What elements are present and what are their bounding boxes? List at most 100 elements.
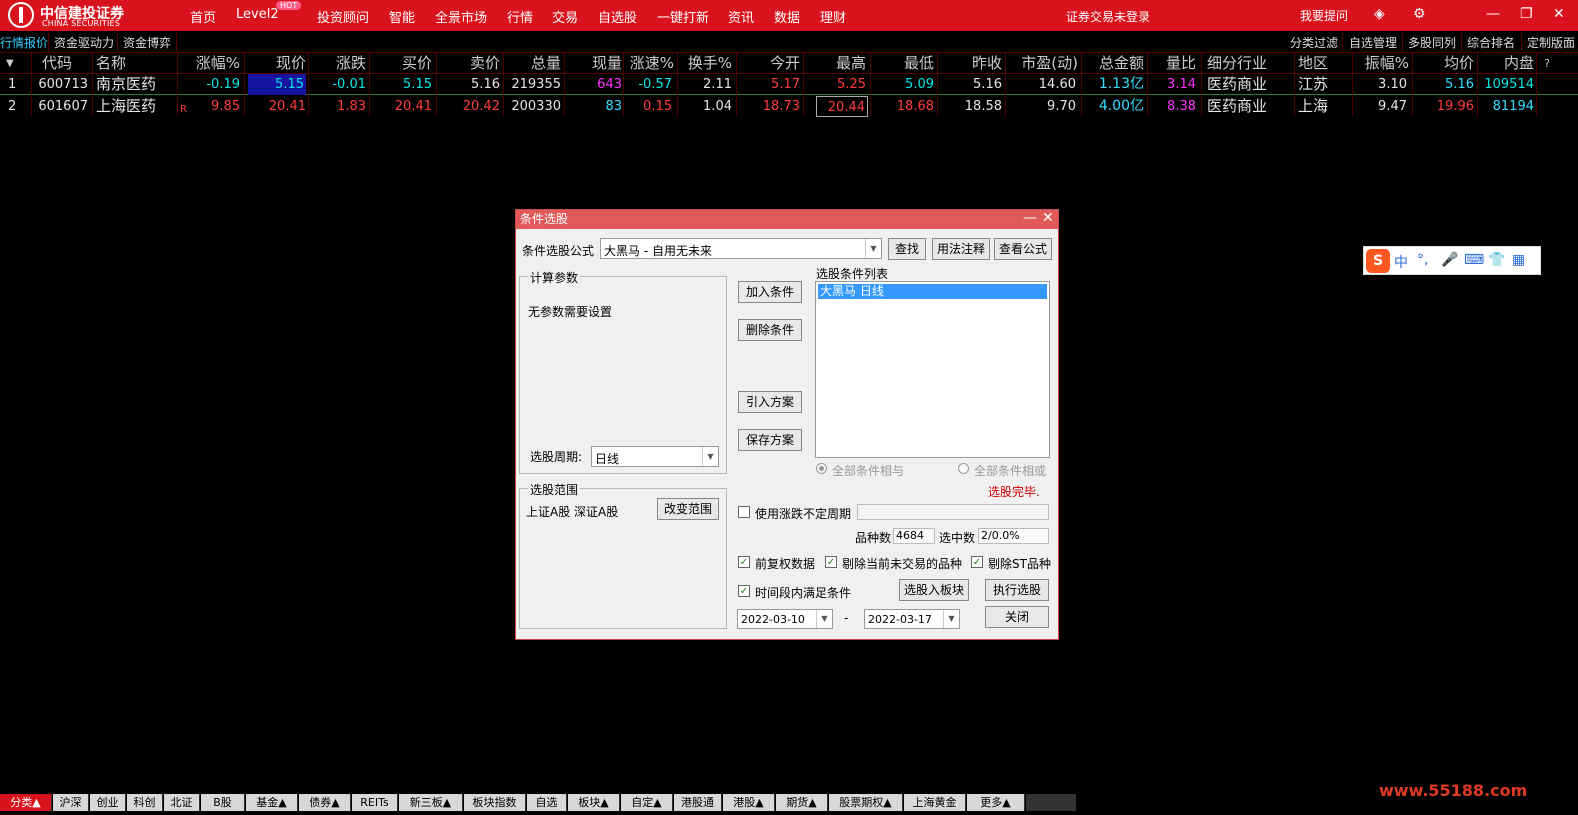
nav-level2[interactable]: Level2 (236, 7, 279, 22)
ask-question-link[interactable]: 我要提问 (1300, 7, 1348, 24)
formula-select[interactable]: 大黑马 - 自用无未来 ▼ (600, 238, 882, 259)
settings-icon[interactable]: ⚙ (1413, 6, 1426, 22)
shirt-icon[interactable]: 👕 (1488, 252, 1505, 268)
col-speed[interactable]: 涨速% (624, 53, 674, 74)
table-row[interactable]: 1 600713 南京医药 -0.19 5.15 -0.01 5.15 5.16… (0, 74, 1578, 95)
tab-star[interactable]: 科创 (127, 794, 163, 811)
tab-category-filter[interactable]: 分类过滤 (1290, 34, 1338, 51)
tab-watchlist-manage[interactable]: 自选管理 (1349, 34, 1397, 51)
cube-icon[interactable]: ◈ (1374, 6, 1385, 22)
nav-smart[interactable]: 智能 (389, 7, 415, 26)
all-or-radio[interactable] (958, 463, 969, 474)
execute-button[interactable]: 执行选股 (985, 579, 1049, 601)
nav-quotes[interactable]: 行情 (507, 7, 533, 26)
tab-sector[interactable]: 板块▲ (568, 794, 620, 811)
tab-multi-stock[interactable]: 多股同列 (1408, 34, 1456, 51)
col-low[interactable]: 最低 (874, 53, 934, 74)
chevron-down-icon[interactable]: ▼ (816, 610, 832, 628)
condition-list[interactable]: 大黑马 日线 (815, 281, 1050, 458)
change-range-button[interactable]: 改变范围 (657, 498, 719, 520)
col-chg[interactable]: 涨跌 (310, 53, 366, 74)
tab-custom-layout[interactable]: 定制版面 (1527, 34, 1575, 51)
col-avg[interactable]: 均价 (1418, 53, 1474, 74)
ime-punctuation[interactable]: °, (1417, 252, 1428, 268)
tab-fund[interactable]: 基金▲ (246, 794, 298, 811)
all-and-radio[interactable] (816, 463, 827, 474)
tab-beijing[interactable]: 北证 (164, 794, 200, 811)
keyboard-icon[interactable]: ⌨ (1464, 252, 1484, 268)
tab-fund-driver[interactable]: 资金驱动力 (54, 34, 114, 51)
tab-quotes[interactable]: 行情报价 (0, 34, 48, 51)
period-satisfy-checkbox[interactable]: ✓ (738, 585, 750, 597)
grid-icon[interactable]: ▦ (1512, 252, 1525, 268)
nav-market-panorama[interactable]: 全景市场 (435, 7, 487, 26)
nav-wealth[interactable]: 理财 (820, 7, 846, 26)
ime-toolbar[interactable]: S 中 °, 🎤 ⌨ 👕 ▦ (1363, 246, 1541, 275)
col-volume[interactable]: 总量 (505, 53, 561, 74)
col-industry[interactable]: 细分行业 (1207, 53, 1287, 74)
mic-icon[interactable]: 🎤 (1441, 252, 1458, 268)
col-amount[interactable]: 总金额 (1080, 53, 1144, 74)
date-from-picker[interactable]: 2022-03-10 ▼ (737, 609, 833, 629)
tab-reits[interactable]: REITs (352, 794, 398, 811)
save-plan-button[interactable]: 保存方案 (738, 429, 802, 451)
exclude-st-checkbox[interactable]: ✓ (971, 556, 983, 568)
col-chg-pct[interactable]: 涨幅% (190, 53, 240, 74)
add-condition-button[interactable]: 加入条件 (738, 281, 802, 303)
usage-note-button[interactable]: 用法注释 (932, 238, 990, 260)
col-code[interactable]: 代码 (36, 53, 72, 74)
tab-category[interactable]: 分类▲ (0, 794, 52, 811)
col-prev-close[interactable]: 昨收 (942, 53, 1002, 74)
nav-data[interactable]: 数据 (774, 7, 800, 26)
col-ask[interactable]: 卖价 (440, 53, 500, 74)
col-volume-ratio[interactable]: 量比 (1150, 53, 1196, 74)
help-icon[interactable]: ? (1540, 53, 1550, 74)
period-select[interactable]: 日线 ▼ (591, 446, 719, 467)
tab-scroll[interactable] (1026, 794, 1076, 811)
col-turnover[interactable]: 换手% (680, 53, 732, 74)
sort-arrow-icon[interactable]: ▼ (6, 53, 18, 74)
delete-condition-button[interactable]: 删除条件 (738, 319, 802, 341)
col-price[interactable]: 现价 (250, 53, 306, 74)
list-item[interactable]: 大黑马 日线 (818, 284, 1047, 299)
find-button[interactable]: 查找 (888, 238, 926, 260)
tab-hk-connect[interactable]: 港股通 (674, 794, 722, 811)
select-to-block-button[interactable]: 选股入板块 (899, 579, 969, 601)
close-icon[interactable]: ✕ (1553, 6, 1565, 22)
close-icon[interactable]: ✕ (1042, 210, 1054, 226)
chevron-down-icon[interactable]: ▼ (943, 610, 959, 628)
col-inner[interactable]: 内盘 (1480, 53, 1534, 74)
tab-custom[interactable]: 自定▲ (621, 794, 673, 811)
col-cur-volume[interactable]: 现量 (566, 53, 622, 74)
close-button[interactable]: 关闭 (985, 606, 1049, 628)
nav-trade[interactable]: 交易 (552, 7, 578, 26)
tab-b-share[interactable]: B股 (201, 794, 245, 811)
tab-hushen[interactable]: 沪深 (53, 794, 89, 811)
col-open[interactable]: 今开 (740, 53, 800, 74)
nav-home[interactable]: 首页 (190, 7, 216, 26)
tab-hk[interactable]: 港股▲ (723, 794, 775, 811)
tab-shanghai-gold[interactable]: 上海黄金 (904, 794, 966, 811)
minimize-icon[interactable]: — (1023, 210, 1037, 226)
tab-more[interactable]: 更多▲ (967, 794, 1025, 811)
date-to-picker[interactable]: 2022-03-17 ▼ (864, 609, 960, 629)
unfixed-period-checkbox[interactable] (738, 506, 750, 518)
col-pe[interactable]: 市盈(动) (1010, 53, 1078, 74)
tab-watchlist[interactable]: 自选 (527, 794, 567, 811)
sogou-logo-icon[interactable]: S (1366, 249, 1390, 273)
tab-bond[interactable]: 债券▲ (299, 794, 351, 811)
col-region[interactable]: 地区 (1298, 53, 1348, 74)
import-plan-button[interactable]: 引入方案 (738, 391, 802, 413)
nav-advisor[interactable]: 投资顾问 (317, 7, 369, 26)
nav-watchlist[interactable]: 自选股 (598, 7, 637, 26)
nav-ipo[interactable]: 一键打新 (657, 7, 709, 26)
tab-chinext[interactable]: 创业 (90, 794, 126, 811)
col-bid[interactable]: 买价 (372, 53, 432, 74)
chevron-down-icon[interactable]: ▼ (865, 239, 881, 258)
view-formula-button[interactable]: 查看公式 (994, 238, 1052, 260)
col-amplitude[interactable]: 振幅% (1355, 53, 1409, 74)
tab-sector-index[interactable]: 板块指数 (464, 794, 526, 811)
table-row[interactable]: 2 601607 上海医药 R 9.85 20.41 1.83 20.41 20… (0, 96, 1578, 117)
tab-futures[interactable]: 期货▲ (776, 794, 828, 811)
nav-news[interactable]: 资讯 (728, 7, 754, 26)
